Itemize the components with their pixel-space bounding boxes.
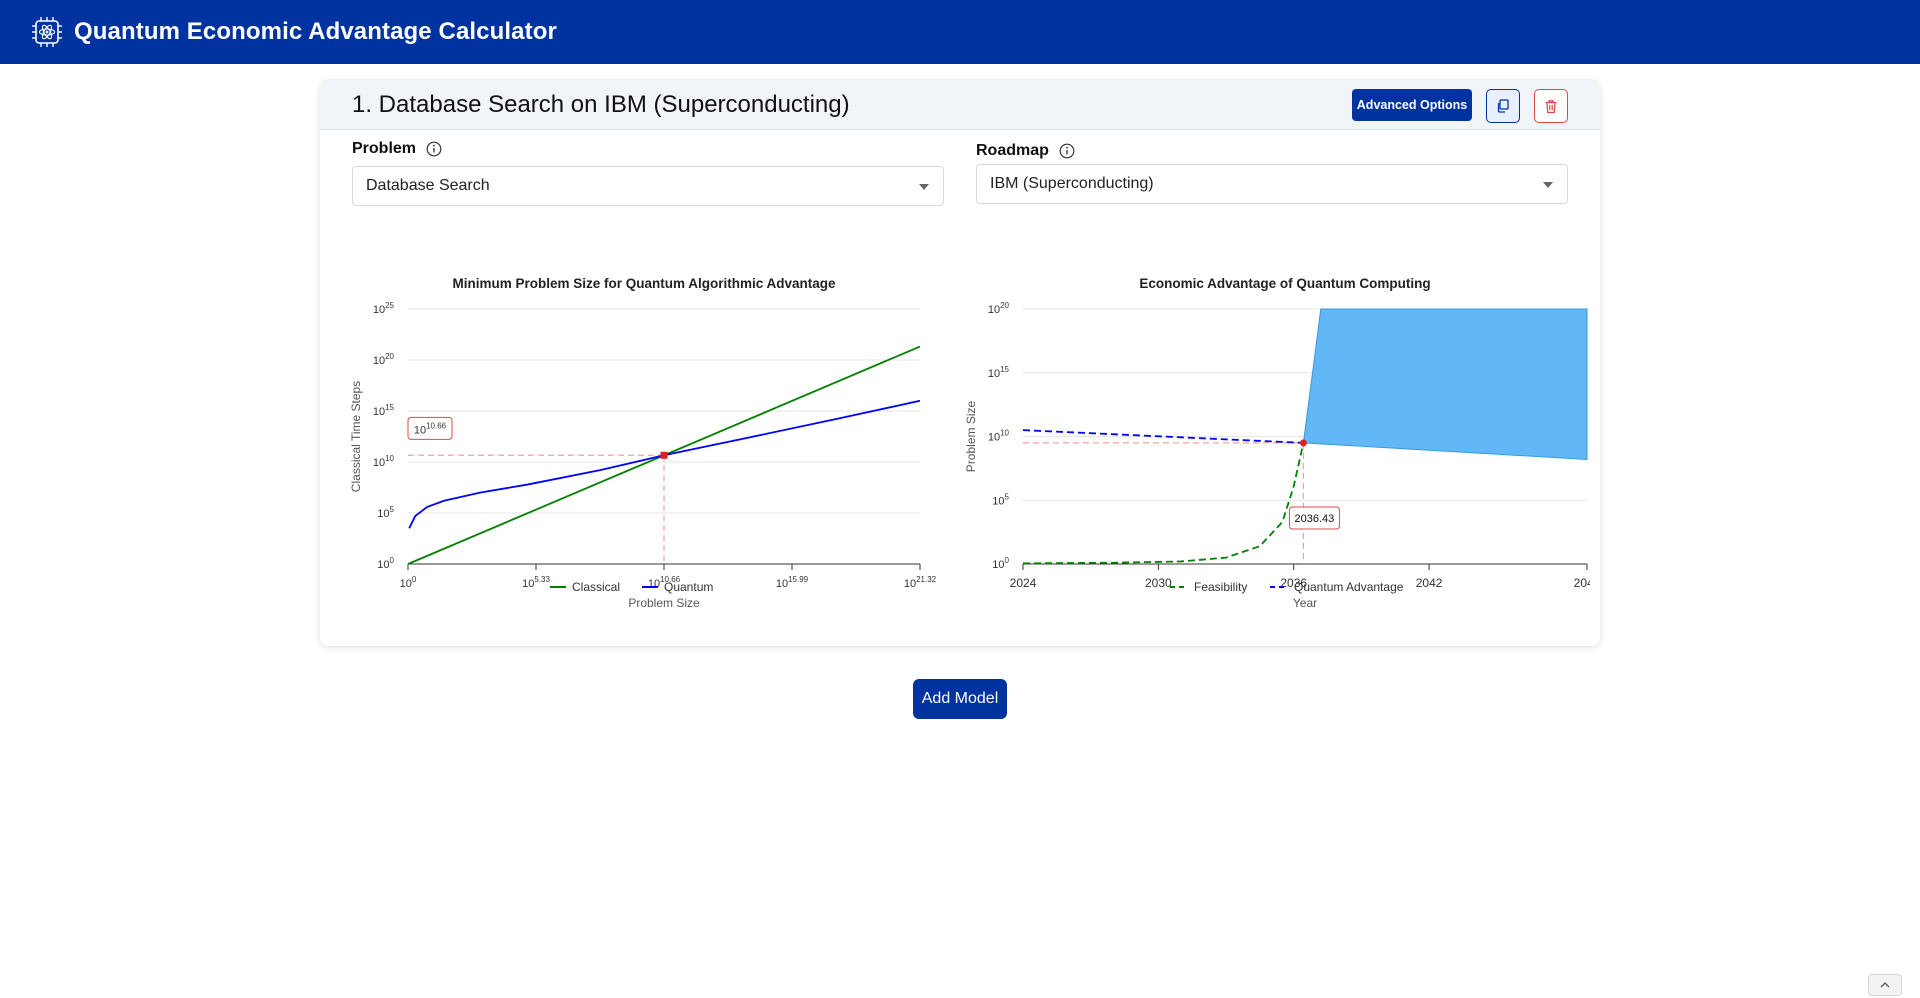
y-axis-label: Classical Time Steps [349,381,363,492]
copy-icon [1497,99,1509,113]
series-line-quantum [408,399,921,529]
x-tick-label: 100 [400,575,417,590]
chevron-down-icon [1543,182,1553,188]
x-tick-label: 1021.32 [904,575,937,590]
economic-advantage-chart: Economic Advantage of Quantum Computing 1… [964,276,1590,610]
crossover-label: 2036.43 [1295,513,1335,525]
y-tick-label: 1015 [373,403,395,418]
y-tick-label: 105 [377,505,394,520]
y-tick-label: 105 [992,492,1009,507]
legend-label-quantum: Quantum [664,580,713,594]
y-tick-label: 1015 [988,365,1010,380]
roadmap-label: Roadmap [976,142,1049,159]
chart-title: Minimum Problem Size for Quantum Algorit… [452,276,836,291]
copy-button[interactable] [1486,89,1520,123]
x-tick-label: 2030 [1145,576,1172,590]
y-tick-label: 1020 [373,352,395,367]
x-tick-label: 2049 [1574,576,1590,590]
series-line-feasibility [1022,442,1305,565]
add-model-button[interactable]: Add Model [913,679,1007,719]
y-tick-label: 100 [992,556,1009,571]
problem-select-value: Database Search [366,177,490,194]
advanced-options-button[interactable]: Advanced Options [1352,89,1472,121]
roadmap-field-label: Roadmap [976,142,1075,160]
algorithmic-advantage-chart: Minimum Problem Size for Quantum Algorit… [349,276,937,610]
x-axis-label: Problem Size [628,596,700,610]
roadmap-select[interactable]: IBM (Superconducting) [976,164,1568,204]
model-title: 1. Database Search on IBM (Superconducti… [352,91,850,118]
y-tick-label: 1010 [988,429,1010,444]
roadmap-select-value: IBM (Superconducting) [990,175,1154,192]
problem-field-label: Problem [352,140,442,158]
info-icon[interactable] [1059,143,1075,159]
scroll-to-top-button[interactable] [1868,974,1902,996]
model-card: 1. Database Search on IBM (Superconducti… [320,80,1600,646]
trash-icon [1545,99,1557,113]
crossover-marker [1299,439,1307,447]
delete-button[interactable] [1534,89,1568,123]
legend-label-quantum-advantage: Quantum Advantage [1294,580,1404,594]
x-axis-label: Year [1293,596,1317,610]
legend-label-feasibility: Feasibility [1194,580,1247,594]
model-card-header: 1. Database Search on IBM (Superconducti… [320,80,1600,130]
app-header: Quantum Economic Advantage Calculator [0,0,1920,64]
y-axis-label: Problem Size [964,401,978,473]
x-tick-label: 105.33 [522,575,550,590]
y-tick-label: 1025 [373,301,395,316]
y-tick-label: 100 [377,556,394,571]
advantage-region [1302,308,1588,460]
info-icon[interactable] [426,141,442,157]
chart-title: Economic Advantage of Quantum Computing [1139,276,1430,291]
quantum-chip-icon [32,17,62,47]
y-tick-label: 1010 [373,454,395,469]
crossover-marker [660,451,668,459]
problem-select[interactable]: Database Search [352,166,944,206]
legend-label-classical: Classical [572,580,620,594]
x-tick-label: 2024 [1010,576,1037,590]
x-tick-label: 2042 [1416,576,1443,590]
problem-label: Problem [352,140,417,157]
chevron-down-icon [919,184,929,190]
chevron-up-icon [1880,982,1890,988]
y-tick-label: 1020 [988,301,1010,316]
app-title: Quantum Economic Advantage Calculator [74,18,557,45]
x-tick-label: 1015.99 [776,575,809,590]
